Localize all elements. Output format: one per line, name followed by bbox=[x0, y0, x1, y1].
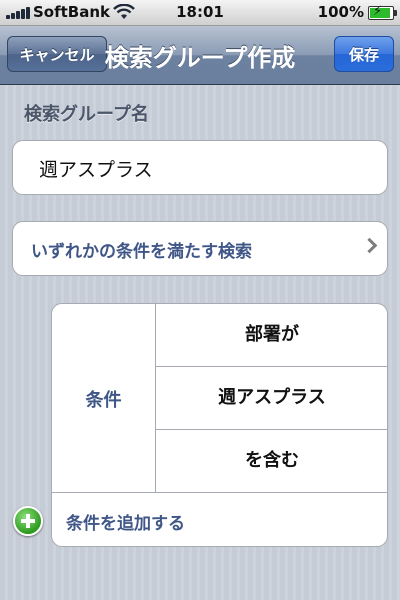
match-mode-label: いずれかの条件を満たす検索 bbox=[31, 242, 252, 262]
condition-field-cell[interactable]: 部署が bbox=[155, 304, 387, 367]
save-button[interactable]: 保存 bbox=[334, 36, 394, 72]
condition-label-cell: 条件 bbox=[52, 304, 156, 492]
group-name-label: 検索グループ名 bbox=[24, 104, 149, 125]
group-name-field[interactable]: 週アスプラス bbox=[12, 140, 388, 195]
battery-percent: 100% bbox=[317, 3, 364, 21]
status-bar: SoftBank 18:01 100% ⚡ bbox=[0, 0, 400, 26]
navigation-bar: キャンセル 検索グループ作成 保存 bbox=[0, 26, 400, 85]
condition-label: 条件 bbox=[85, 390, 122, 411]
chevron-right-icon bbox=[361, 237, 378, 254]
condition-table: 条件 部署が 週アスプラス を含む 条件を追加する bbox=[51, 303, 388, 547]
group-name-value: 週アスプラス bbox=[39, 159, 153, 181]
condition-operator-cell[interactable]: を含む bbox=[155, 430, 387, 492]
add-circle-icon[interactable] bbox=[13, 506, 43, 536]
condition-value-cell[interactable]: 週アスプラス bbox=[155, 367, 387, 430]
battery-charging-icon: ⚡ bbox=[368, 4, 397, 20]
add-condition-label: 条件を追加する bbox=[66, 514, 185, 534]
add-condition-row[interactable]: 条件を追加する bbox=[52, 492, 387, 546]
bolt-icon: ⚡ bbox=[373, 4, 383, 19]
match-mode-row[interactable]: いずれかの条件を満たす検索 bbox=[12, 221, 388, 276]
